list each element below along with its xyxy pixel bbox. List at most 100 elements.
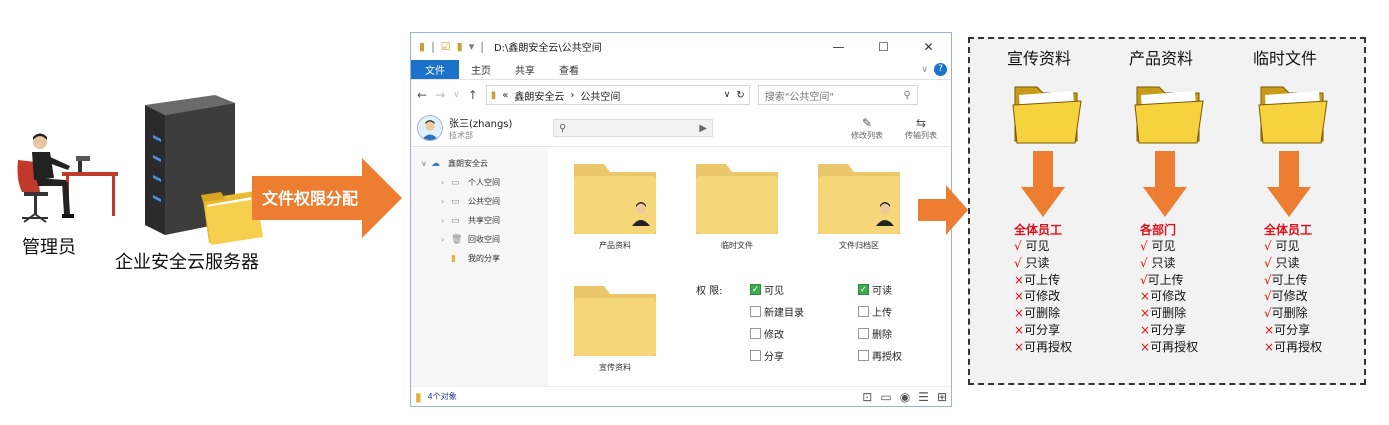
address-dropdown-icon[interactable]: ∨ [724,90,731,100]
tab-file[interactable]: 文件 [411,60,459,79]
permission-modify[interactable]: 修改 [750,326,784,341]
audience-label: 全体员工 [1264,223,1313,237]
folder-icon: ▮ [490,89,497,101]
tab-view[interactable]: 查看 [547,60,591,79]
checkbox[interactable] [858,306,869,317]
new-folder-icon[interactable]: ▮ [457,40,463,53]
search-input[interactable]: 搜索"公共空间" ⚲ [757,85,918,105]
expand-icon[interactable]: › [441,178,451,187]
properties-icon[interactable]: ☑ [441,40,451,53]
transfer-list-label: 传输列表 [905,130,937,140]
folder-icon [1258,86,1328,144]
window-title: D:\鑫朗安全云\公共空间 [493,43,602,54]
permission-share[interactable]: 分享 [750,348,784,363]
edit-list-button[interactable]: ✎ 修改列表 [851,116,883,141]
tree-item-label: 共享空间 [468,216,500,225]
checkbox[interactable] [858,328,869,339]
checkbox[interactable] [750,306,761,317]
permission-upload[interactable]: 上传 [858,304,892,319]
audience-label: 各部门 [1140,223,1177,237]
permission-item: √ 可见 [1014,239,1050,253]
permission-label: 可读 [872,286,892,297]
admin-label: 管理员 [22,237,76,258]
folder-icon: ▮ [415,389,422,404]
folder-icon-temp[interactable] [692,154,782,244]
permission-item: √可上传 [1140,272,1184,287]
transfer-list-button[interactable]: ⇆ 传输列表 [905,116,937,141]
permission-new-folder[interactable]: 新建目录 [750,304,804,319]
user-bar: 张三(zhangs) 技术部 ⚲ ▶ ✎ 修改列表 ⇆ 传输列表 [411,110,951,147]
tree-item-root[interactable]: ∨ ☁ 鑫朗安全云 [411,154,548,173]
permission-label: 上传 [872,308,892,319]
address-separator: › [570,89,575,101]
permission-view[interactable]: ✓ 可见 [750,282,784,297]
ribbon: 文件 主页 共享 查看 ∨ ? [411,60,951,80]
address-row: ← → ∨ ↑ ▮ « 鑫朗安全云 › 公共空间 ∨ ↻ 搜索"公共空间" ⚲ [411,80,951,110]
tree-item-shared[interactable]: › ▭ 共享空间 [411,211,548,230]
down-arrow [1021,151,1065,217]
minimize-button[interactable]: — [816,40,861,54]
permission-item: √可修改 [1264,289,1308,304]
tree-item-public[interactable]: › ▭ 公共空间 [411,192,548,211]
checkbox-checked[interactable]: ✓ [750,284,761,295]
server-label: 企业安全云服务器 [115,252,259,273]
permission-title: 权 限: [696,286,723,297]
permission-read[interactable]: ✓ 可读 [858,282,892,297]
address-segment-current[interactable]: 公共空间 [580,88,620,103]
permission-summary-panel: 宣传资料 全体员工 √ 可见 √ 只读 ×可上传 ×可修改 ×可删除 ×可分享 … [968,37,1366,385]
tree-item-recycle[interactable]: › 🗑 回收空间 [411,230,548,249]
comment-icon[interactable]: ▭ [880,390,891,404]
close-button[interactable]: ✕ [906,40,951,54]
expand-icon[interactable]: › [441,216,451,225]
permission-item: √可上传 [1264,272,1308,287]
permission-label: 修改 [764,330,784,341]
tree-item-my-shares[interactable]: ▮ 我的分享 [411,249,548,268]
search-icon[interactable]: ⚲ [903,90,910,101]
up-icon[interactable]: ↑ [468,88,478,102]
address-bar[interactable]: ▮ « 鑫朗安全云 › 公共空间 ∨ ↻ [485,85,750,105]
address-segment-root[interactable]: 鑫朗安全云 [514,88,564,103]
folder-icon-archive[interactable] [814,154,904,244]
status-count: 4个对象 [427,392,457,401]
expand-icon[interactable]: › [441,235,451,244]
play-icon[interactable]: ▶ [699,123,707,134]
checkbox[interactable] [858,350,869,361]
forward-icon[interactable]: → [435,88,445,102]
checkbox[interactable] [750,350,761,361]
recent-icon[interactable]: ∨ [453,90,460,100]
search-placeholder: 搜索"公共空间" [764,91,834,103]
expand-ribbon-icon[interactable]: ∨ [921,65,928,75]
refresh-icon[interactable]: ↻ [736,90,744,101]
preview-icon[interactable]: ⊡ [862,390,872,404]
eye-icon[interactable]: ◉ [900,390,910,404]
tab-home[interactable]: 主页 [459,60,503,79]
drive-icon: ▭ [451,196,460,207]
permission-reauthorize[interactable]: 再授权 [858,348,902,363]
tab-share[interactable]: 共享 [503,60,547,79]
customize-icon[interactable]: ▾ [469,40,475,53]
permission-label: 分享 [764,352,784,363]
collapse-icon[interactable]: ∨ [421,159,431,168]
edit-list-label: 修改列表 [851,130,883,140]
folder-icon-product[interactable] [570,154,660,244]
maximize-button[interactable]: ☐ [861,40,906,54]
cloud-icon: ☁ [431,158,440,169]
permission-item: ×可再授权 [1264,339,1323,354]
help-icon[interactable]: ? [934,63,947,76]
permission-item: ×可删除 [1014,306,1061,321]
folder-icon-promo[interactable] [570,276,660,366]
user-name: 张三(zhangs) [449,119,513,130]
expand-icon[interactable]: › [441,197,451,206]
tree-item-personal[interactable]: › ▭ 个人空间 [411,173,548,192]
file-search-bar[interactable]: ⚲ ▶ [553,119,713,137]
back-icon[interactable]: ← [417,88,427,102]
checkbox-checked[interactable]: ✓ [858,284,869,295]
permission-item: ×可修改 [1140,289,1187,304]
checkbox[interactable] [750,328,761,339]
column-title: 产品资料 [1128,49,1193,68]
details-view-icon[interactable]: ☰ [918,390,929,404]
grid-view-icon[interactable]: ⊞ [937,390,947,404]
permission-item: √可删除 [1264,306,1308,321]
drive-icon: ▭ [451,215,460,226]
permission-delete[interactable]: 删除 [858,326,892,341]
